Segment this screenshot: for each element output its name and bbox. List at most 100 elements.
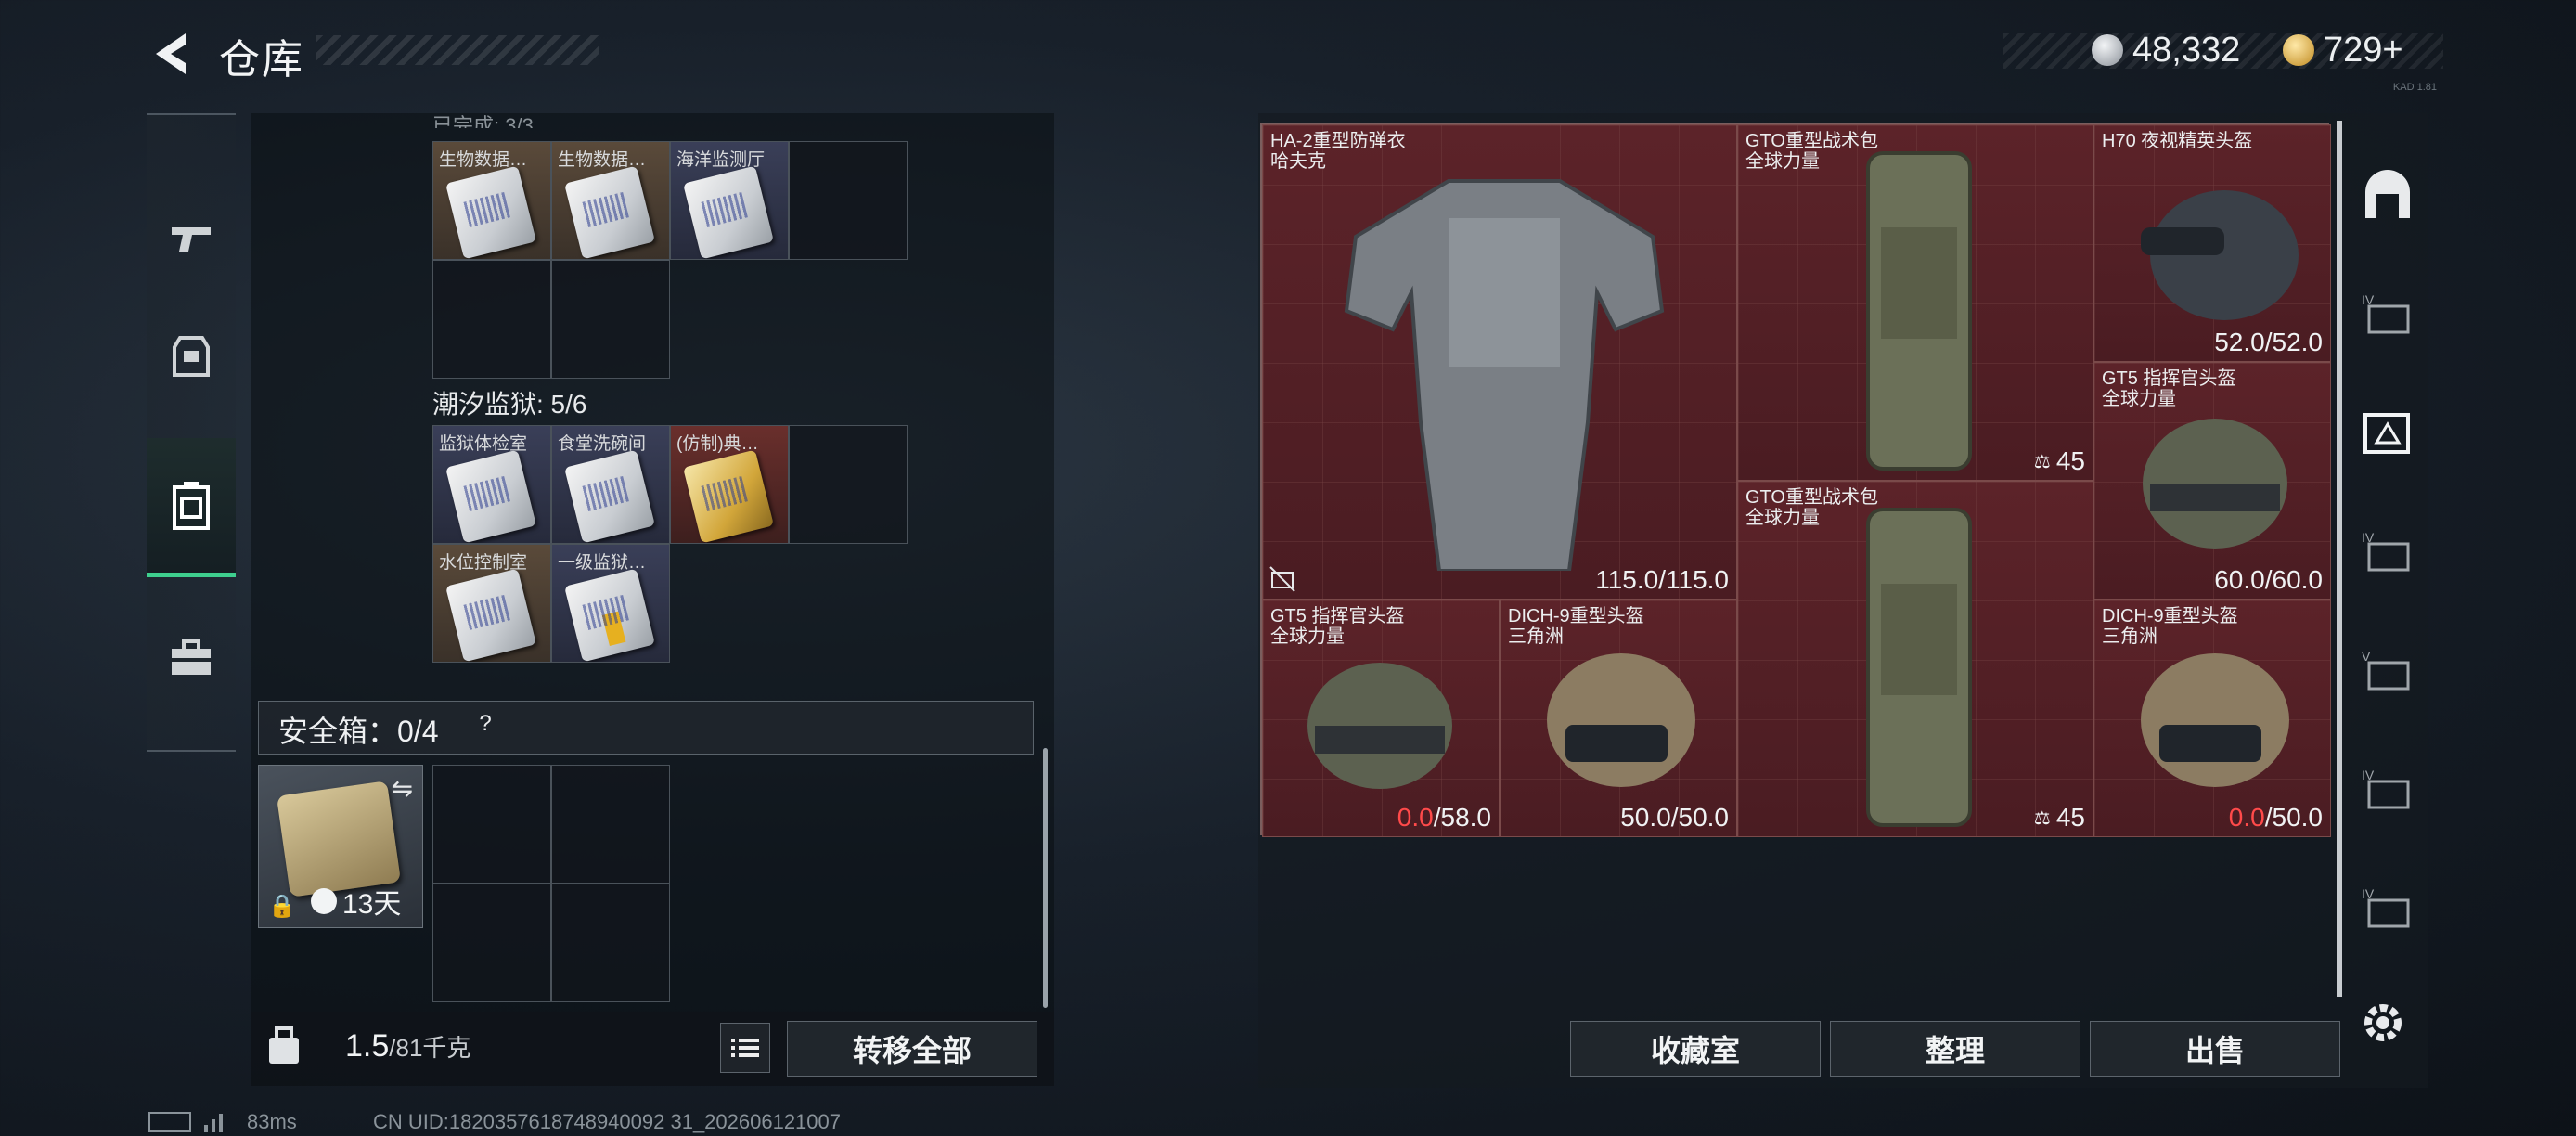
battery-icon: [148, 1112, 191, 1132]
prison-section-title: 潮汐监狱: 5/6: [432, 390, 587, 419]
no-repair-icon: [1269, 566, 1295, 592]
sell-button[interactable]: 出售: [2090, 1021, 2340, 1077]
signal-icon: [202, 1110, 226, 1132]
gear-icon: [2364, 1004, 2402, 1041]
safebox-slot[interactable]: [432, 765, 551, 884]
keycard-icon: [445, 568, 536, 662]
nav-storage[interactable]: [147, 438, 236, 577]
storage-scrollbar[interactable]: [1043, 748, 1048, 1008]
helmet-slot[interactable]: DICH-9重型头盔 三角洲 0.0/50.0: [2093, 600, 2331, 837]
tier4-armor-icon: IV: [2362, 292, 2410, 334]
transfer-all-button[interactable]: 转移全部: [787, 1021, 1037, 1077]
keycard-icon: [564, 165, 655, 259]
tier4-armor-active-icon: [2363, 413, 2410, 454]
briefcase-icon: [172, 639, 211, 675]
weight-small-icon: ⚖: [2033, 807, 2051, 829]
helmet-icon: [2141, 653, 2289, 787]
uid-label: CN UID:1820357618748940092 31_2026061210…: [373, 1110, 842, 1133]
ping-label: 83ms: [247, 1110, 297, 1133]
keycard-slot[interactable]: 海洋监测厅: [670, 141, 789, 260]
left-category-nav: [147, 113, 236, 752]
filter-tier[interactable]: IV: [2355, 518, 2420, 583]
tier4-icon: IV: [2362, 886, 2410, 928]
list-icon: [731, 1039, 759, 1057]
weight-icon: [265, 1025, 303, 1065]
keycard-slot[interactable]: 水位控制室: [432, 544, 551, 663]
crate-icon: [173, 481, 210, 530]
empty-slot[interactable]: [789, 141, 908, 260]
silver-amount: 48,332: [2132, 30, 2241, 70]
keycard-slot[interactable]: 生物数据…: [432, 141, 551, 260]
safebox-label: 安全箱：0/4: [278, 715, 439, 748]
gate-icon: [2365, 170, 2410, 218]
pistol-icon: [172, 227, 211, 252]
swap-icon[interactable]: ⇋: [392, 773, 413, 804]
filter-tier[interactable]: IV: [2355, 874, 2420, 939]
safebox-icon: [276, 781, 402, 897]
keycard-icon: [445, 449, 536, 543]
title-decoration: [316, 35, 599, 65]
helmet-slot[interactable]: DICH-9重型头盔 三角洲 50.0/50.0: [1500, 600, 1737, 837]
keycard-icon: [564, 449, 655, 543]
empty-slot[interactable]: [432, 260, 551, 379]
nvg-helmet-icon: [2141, 190, 2299, 320]
gold-amount: 729+: [2324, 30, 2403, 70]
armor-slot[interactable]: HA-2重型防弹衣 哈夫克 115.0/115.0: [1262, 124, 1737, 600]
filter-tier[interactable]: IV: [2355, 755, 2420, 820]
safebox-slot[interactable]: [551, 884, 670, 1002]
gold-currency[interactable]: 729+: [2283, 28, 2403, 72]
helmet-slot[interactable]: GT5 指挥官头盔 全球力量 0.0/58.0: [1262, 600, 1500, 837]
filter-tier[interactable]: V: [2355, 637, 2420, 702]
version-label: KAD 1.81: [2392, 82, 2437, 93]
gold-coin-icon: [2283, 34, 2314, 66]
helmet-icon: [1547, 653, 1695, 787]
help-icon[interactable]: ?: [471, 711, 499, 739]
empty-slot[interactable]: [551, 260, 670, 379]
keycard-icon: [683, 165, 774, 259]
favorites-button[interactable]: 收藏室: [1570, 1021, 1821, 1077]
silver-currency: 48,332: [2092, 28, 2240, 72]
back-button[interactable]: [148, 28, 200, 80]
helmet-slot[interactable]: GT5 指挥官头盔 全球力量 60.0/60.0: [2093, 362, 2331, 600]
equipment-grid: HA-2重型防弹衣 哈夫克 115.0/115.0 GTO重型战术包 全球力量 …: [1260, 123, 2331, 837]
page-title: 仓库: [219, 37, 304, 83]
safebox-slot[interactable]: [551, 765, 670, 884]
nav-armor[interactable]: [147, 288, 236, 427]
safebox-item[interactable]: ⇋ 🔒 13天: [258, 765, 423, 928]
keycard-slot[interactable]: 一级监狱…: [551, 544, 670, 663]
backpack-slot[interactable]: GTO重型战术包 全球力量 ⚖ 45: [1737, 124, 2093, 481]
armor-rig-icon: [173, 336, 210, 377]
backpack-slot[interactable]: GTO重型战术包 全球力量 ⚖ 45: [1737, 481, 2093, 837]
silver-coin-icon: [2092, 34, 2123, 66]
tier4-armor-icon: IV: [2362, 530, 2410, 572]
keycard-slot[interactable]: 食堂洗碗间: [551, 425, 670, 544]
safebox-timer: 13天: [342, 889, 402, 920]
gold-keycard-icon: [683, 449, 774, 543]
lock-icon: 🔒: [268, 894, 296, 919]
sort-button[interactable]: 整理: [1830, 1021, 2080, 1077]
empty-slot[interactable]: [789, 425, 908, 544]
clock-icon: [311, 888, 337, 914]
right-filter-nav: IV IV V IV IV: [2337, 121, 2426, 997]
tier5-icon: V: [2362, 649, 2410, 691]
back-arrow-icon: [156, 33, 186, 74]
filter-tier[interactable]: IV: [2355, 280, 2420, 345]
safebox-slot[interactable]: [432, 884, 551, 1002]
keycard-icon: [564, 568, 655, 662]
tier4-crate-icon: IV: [2362, 768, 2410, 809]
keycard-slot[interactable]: 生物数据…: [551, 141, 670, 260]
filter-all[interactable]: [2355, 161, 2420, 226]
filter-tier-active[interactable]: [2355, 399, 2420, 464]
keycard-slot[interactable]: 监狱体检室: [432, 425, 551, 544]
armor-vest-icon: [1344, 179, 1665, 571]
backpack-icon: [1866, 508, 1972, 827]
keycard-slot[interactable]: (仿制)典…: [670, 425, 789, 544]
weight-readout: 1.5/81千克: [345, 1028, 471, 1064]
keycard-icon: [445, 165, 536, 259]
helmet-slot[interactable]: H70 夜视精英头盔 52.0/52.0: [2093, 124, 2331, 362]
list-view-button[interactable]: [720, 1023, 770, 1073]
settings-button[interactable]: [2357, 997, 2409, 1049]
section-partial-title: 已完成: 3/3: [432, 114, 534, 128]
backpack-icon: [1866, 151, 1972, 471]
nav-briefcase[interactable]: [147, 588, 236, 728]
